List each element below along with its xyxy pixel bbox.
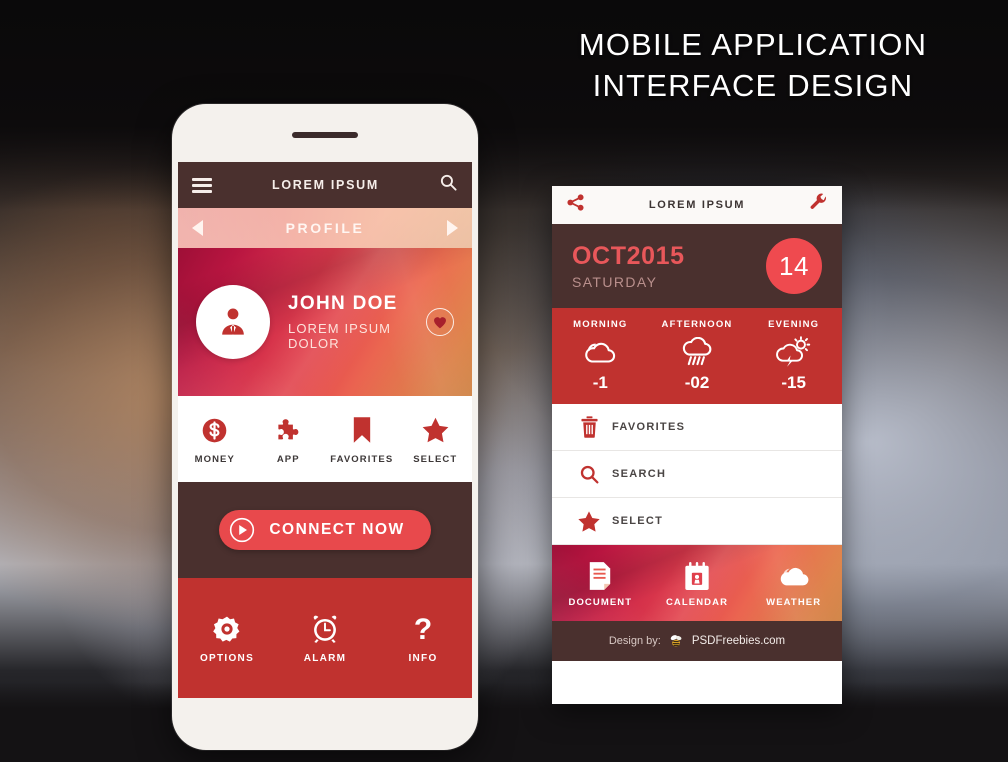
quick-action-label: FAVORITES bbox=[330, 454, 394, 465]
menu-row-favorites[interactable]: FAVORITES bbox=[552, 404, 842, 451]
weather-temp: -02 bbox=[684, 373, 710, 392]
document-icon bbox=[552, 559, 649, 593]
phone-left-screen: LOREM IPSUM PROFILE JOHN DOE LOREM IPSUM… bbox=[178, 162, 472, 698]
app-shortcut-label: CALENDAR bbox=[665, 596, 729, 608]
triangle-left-icon[interactable] bbox=[192, 220, 203, 236]
phone-mockup-left: LOREM IPSUM PROFILE JOHN DOE LOREM IPSUM… bbox=[172, 104, 478, 750]
weather-period: MORNING bbox=[573, 319, 628, 330]
profile-name: JOHN DOE bbox=[288, 293, 398, 314]
connect-band: CONNECT NOW bbox=[178, 482, 472, 578]
menu-row-search[interactable]: SEARCH bbox=[552, 451, 842, 498]
weather-period: EVENING bbox=[768, 319, 820, 330]
menu-list: FAVORITES SEARCH SELECT bbox=[552, 404, 842, 545]
menu-row-label: FAVORITES bbox=[612, 421, 686, 433]
triangle-right-icon[interactable] bbox=[447, 220, 458, 236]
quick-action-label: SELECT bbox=[413, 454, 458, 465]
gear-icon bbox=[178, 613, 276, 645]
calendar-icon bbox=[649, 559, 746, 593]
bee-icon bbox=[670, 635, 682, 647]
date-panel: OCT2015 SATURDAY 14 bbox=[552, 224, 842, 308]
hamburger-icon[interactable] bbox=[192, 177, 212, 193]
bottom-action-info[interactable]: ? INFO bbox=[374, 613, 472, 664]
weather-temp: -1 bbox=[592, 373, 608, 392]
menu-row-select[interactable]: SELECT bbox=[552, 498, 842, 545]
trash-icon bbox=[566, 416, 612, 438]
profile-nav-label: PROFILE bbox=[285, 220, 365, 236]
app-title: LOREM IPSUM bbox=[272, 178, 379, 192]
weather-temp: -15 bbox=[781, 373, 806, 392]
menu-row-label: SELECT bbox=[612, 515, 664, 527]
puzzle-piece-icon bbox=[252, 413, 326, 447]
quick-action-favorites[interactable]: FAVORITES bbox=[325, 413, 399, 465]
cloud-icon bbox=[552, 333, 649, 371]
credit-prefix: Design by: bbox=[608, 635, 661, 647]
quick-action-money[interactable]: MONEY bbox=[178, 413, 252, 465]
quick-actions-row: MONEY APP FAVORITES SELECT bbox=[178, 396, 472, 482]
day-number-badge: 14 bbox=[766, 238, 822, 294]
rain-cloud-icon bbox=[649, 333, 746, 371]
background-bottom-shade bbox=[0, 682, 1008, 762]
app-shortcut-label: DOCUMENT bbox=[568, 596, 633, 608]
wrench-icon[interactable] bbox=[809, 193, 828, 217]
credit-brand: PSDFreebies.com bbox=[691, 635, 786, 647]
app-shortcuts-row: DOCUMENT CALENDAR WEATHER bbox=[552, 545, 842, 621]
search-icon bbox=[566, 464, 612, 485]
app-header: LOREM IPSUM bbox=[178, 162, 472, 208]
app-title-right: LOREM IPSUM bbox=[648, 199, 746, 211]
bottom-action-bar: OPTIONS ALARM ? INFO bbox=[178, 578, 472, 698]
quick-action-select[interactable]: SELECT bbox=[399, 413, 473, 465]
user-business-icon bbox=[222, 308, 244, 335]
weather-afternoon[interactable]: AFTERNOON -02 bbox=[649, 319, 746, 393]
star-icon bbox=[566, 510, 612, 533]
page-title: MOBILE APPLICATION INTERFACE DESIGN bbox=[518, 24, 988, 106]
quick-action-label: APP bbox=[276, 454, 300, 465]
profile-hero: JOHN DOE LOREM IPSUM DOLOR bbox=[178, 248, 472, 396]
weather-period: AFTERNOON bbox=[661, 319, 733, 330]
share-icon[interactable] bbox=[566, 193, 585, 217]
credit-footer: Design by: PSDFreebies.com bbox=[552, 621, 842, 661]
profile-subtitle: LOREM IPSUM DOLOR bbox=[288, 321, 392, 351]
phone-speaker-slot bbox=[292, 132, 358, 138]
bookmark-icon bbox=[325, 413, 399, 447]
connect-now-button[interactable]: CONNECT NOW bbox=[219, 510, 431, 550]
play-circle-icon bbox=[230, 517, 255, 543]
dollar-coin-icon bbox=[178, 413, 252, 447]
star-icon bbox=[399, 413, 473, 447]
phone-mockup-right: LOREM IPSUM OCT2015 SATURDAY 14 MORNING … bbox=[552, 186, 842, 704]
profile-names: JOHN DOE LOREM IPSUM DOLOR bbox=[288, 293, 426, 351]
quick-action-label: MONEY bbox=[194, 454, 235, 465]
page-title-line-2: INTERFACE DESIGN bbox=[592, 68, 914, 104]
quick-action-app[interactable]: APP bbox=[252, 413, 326, 465]
date-text: OCT2015 SATURDAY bbox=[572, 242, 766, 290]
alarm-clock-icon bbox=[276, 613, 374, 645]
storm-sun-icon bbox=[745, 333, 842, 371]
app-shortcut-document[interactable]: DOCUMENT bbox=[552, 559, 649, 608]
heart-icon[interactable] bbox=[426, 308, 454, 336]
profile-nav-bar: PROFILE bbox=[178, 208, 472, 248]
question-mark-icon: ? bbox=[374, 613, 472, 645]
weather-evening[interactable]: EVENING -15 bbox=[745, 319, 842, 393]
connect-now-label: CONNECT NOW bbox=[269, 521, 405, 538]
bottom-action-options[interactable]: OPTIONS bbox=[178, 613, 276, 664]
bottom-action-label: INFO bbox=[408, 652, 438, 664]
weekday: SATURDAY bbox=[572, 274, 658, 290]
app-shortcut-label: WEATHER bbox=[766, 596, 822, 608]
svg-text:?: ? bbox=[414, 614, 432, 644]
app-header-right: LOREM IPSUM bbox=[552, 186, 842, 224]
bottom-action-label: ALARM bbox=[303, 652, 347, 664]
month-year: OCT2015 bbox=[572, 242, 685, 270]
poster-canvas: MOBILE APPLICATION INTERFACE DESIGN LORE… bbox=[0, 0, 1008, 762]
phone-right-screen: LOREM IPSUM OCT2015 SATURDAY 14 MORNING … bbox=[552, 186, 842, 704]
weather-morning[interactable]: MORNING -1 bbox=[552, 319, 649, 393]
search-icon[interactable] bbox=[439, 173, 458, 197]
app-shortcut-weather[interactable]: WEATHER bbox=[745, 559, 842, 608]
page-title-line-1: MOBILE APPLICATION bbox=[578, 27, 928, 62]
bottom-action-alarm[interactable]: ALARM bbox=[276, 613, 374, 664]
weather-row: MORNING -1 AFTERNOON -02 EVENING -15 bbox=[552, 308, 842, 404]
menu-row-label: SEARCH bbox=[612, 468, 667, 480]
bottom-action-label: OPTIONS bbox=[199, 652, 255, 664]
cloud-icon bbox=[745, 559, 842, 593]
app-shortcut-calendar[interactable]: CALENDAR bbox=[649, 559, 746, 608]
avatar bbox=[196, 285, 270, 359]
